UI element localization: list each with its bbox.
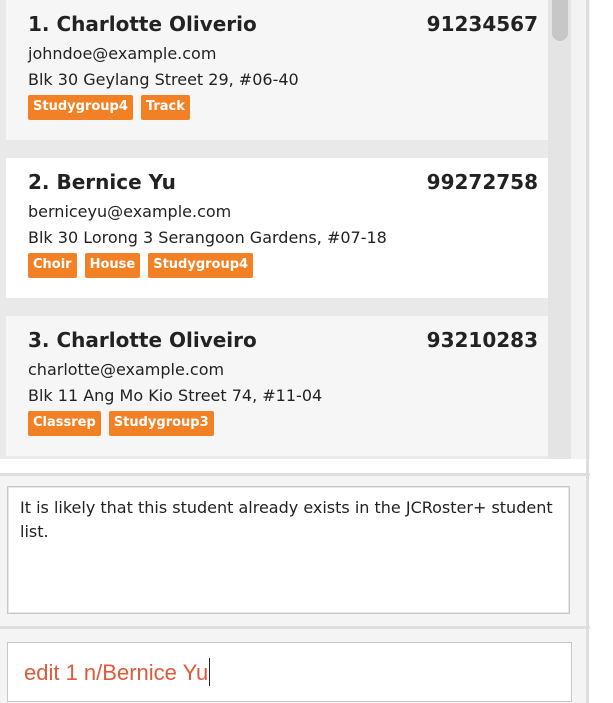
person-address: Blk 30 Geylang Street 29, #06-40: [28, 70, 299, 89]
tag-label: Classrep: [28, 411, 101, 436]
person-email: charlotte@example.com: [28, 360, 225, 379]
result-display-box[interactable]: It is likely that this student already e…: [7, 486, 570, 614]
person-tags: Classrep Studygroup3: [28, 411, 214, 436]
command-value: edit 1 n/Bernice Yu: [24, 660, 209, 685]
person-list-panel[interactable]: 1. Charlotte Oliverio 91234567 johndoe@e…: [0, 0, 590, 459]
tag-label: Choir: [28, 253, 77, 278]
command-input-text: edit 1 n/Bernice Yu: [24, 658, 211, 686]
tag-label: House: [84, 253, 141, 278]
command-input[interactable]: edit 1 n/Bernice Yu: [7, 642, 572, 702]
person-phone: 91234567: [426, 12, 538, 36]
window-border: [586, 0, 589, 703]
scrollbar-track[interactable]: [548, 0, 571, 459]
tag-label: Track: [140, 95, 190, 120]
app-window: 1. Charlotte Oliverio 91234567 johndoe@e…: [0, 0, 613, 703]
tag-label: Studygroup4: [28, 95, 133, 120]
person-tags: Studygroup4 Track: [28, 95, 190, 120]
person-card[interactable]: 1. Charlotte Oliverio 91234567 johndoe@e…: [6, 0, 548, 140]
person-address: Blk 11 Ang Mo Kio Street 74, #11-04: [28, 386, 323, 405]
command-panel: edit 1 n/Bernice Yu: [0, 629, 588, 703]
tag-label: Studygroup3: [108, 411, 214, 436]
person-address: Blk 30 Lorong 3 Serangoon Gardens, #07-1…: [28, 228, 387, 247]
result-display-panel: It is likely that this student already e…: [0, 476, 588, 626]
person-card[interactable]: 3. Charlotte Oliveiro 93210283 charlotte…: [6, 316, 548, 456]
person-phone: 99272758: [426, 170, 538, 194]
person-email: johndoe@example.com: [28, 44, 217, 63]
scrollbar-thumb[interactable]: [552, 0, 568, 41]
person-email: berniceyu@example.com: [28, 202, 232, 221]
tag-label: Studygroup4: [148, 253, 254, 278]
person-card[interactable]: 2. Bernice Yu 99272758 berniceyu@example…: [6, 158, 548, 298]
person-tags: Choir House Studygroup4: [28, 253, 254, 278]
person-name: 2. Bernice Yu: [28, 170, 176, 194]
person-phone: 93210283: [426, 328, 538, 352]
result-message: It is likely that this student already e…: [20, 498, 553, 541]
person-name: 1. Charlotte Oliverio: [28, 12, 257, 36]
person-name: 3. Charlotte Oliveiro: [28, 328, 257, 352]
text-caret: [209, 658, 211, 686]
